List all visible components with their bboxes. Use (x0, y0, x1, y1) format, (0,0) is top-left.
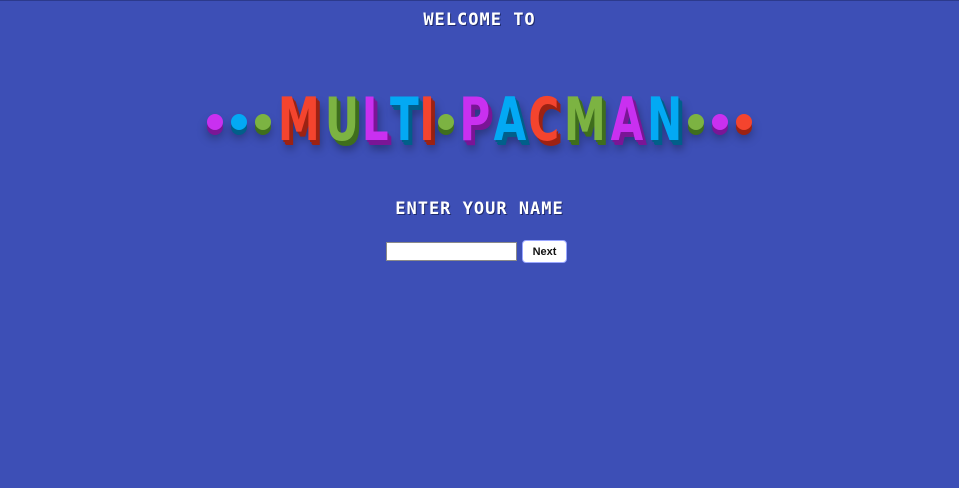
logo-dot (438, 114, 455, 130)
logo-letter: U (324, 85, 359, 155)
logo-dot (735, 114, 752, 130)
next-button[interactable]: Next (522, 240, 567, 263)
logo-letter: L (361, 85, 389, 155)
welcome-heading: WELCOME TO (423, 10, 536, 30)
logo-letter: M (563, 85, 606, 155)
logo-letter: T (390, 85, 419, 155)
name-form: Next (386, 240, 567, 263)
logo-letter: M (278, 85, 321, 155)
game-logo: MULTIPACMAN (0, 85, 959, 155)
logo-dot (687, 114, 704, 130)
logo-letter: C (528, 85, 560, 155)
logo-letter: P (459, 85, 491, 155)
logo-letter: A (610, 85, 643, 155)
logo-letter: I (419, 85, 435, 155)
game-screen: WELCOME TO MULTIPACMAN ENTER YOUR NAME N… (0, 0, 959, 488)
logo-letter: A (493, 85, 526, 155)
enter-name-heading: ENTER YOUR NAME (395, 199, 564, 219)
logo-dot (231, 114, 248, 130)
logo-letter: N (646, 85, 682, 155)
logo-dot (207, 114, 224, 130)
logo-dot (255, 114, 272, 130)
name-input[interactable] (386, 242, 517, 261)
logo-dot (711, 114, 728, 130)
